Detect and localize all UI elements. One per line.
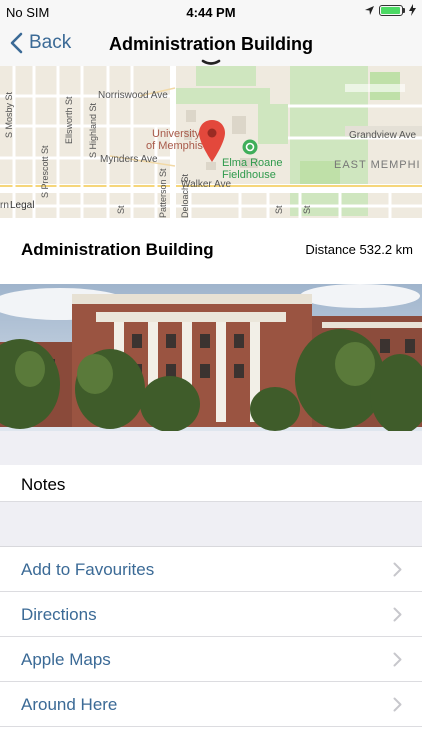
map-label: rn [0, 200, 9, 211]
map-label: Grandview Ave [349, 130, 417, 141]
chevron-right-icon [393, 652, 402, 667]
action-label: Add to Favourites [21, 560, 155, 579]
action-label: Apple Maps [21, 650, 111, 669]
status-indicators [364, 4, 416, 16]
building-photo [0, 284, 422, 431]
directions-button[interactable]: Directions [0, 592, 422, 637]
stadium-icon[interactable] [242, 139, 258, 155]
charging-bolt-icon [409, 4, 416, 16]
chevron-right-icon [393, 697, 402, 712]
chevron-right-icon [393, 607, 402, 622]
notes-label: Notes [21, 475, 66, 494]
notes-row[interactable]: Notes [0, 465, 422, 501]
map-label: Mynders Ave [100, 154, 158, 165]
map-label: EAST MEMPHI [334, 159, 421, 171]
map-legal-link[interactable]: Legal [10, 200, 34, 211]
map-label: University [152, 128, 201, 140]
map-label: S Mosby St [4, 91, 14, 138]
clock: 4:44 PM [186, 5, 236, 20]
section-separator [0, 501, 422, 546]
distance-label: Distance 532.2 km [305, 242, 413, 257]
action-list: Add to Favourites Directions Apple Maps … [0, 546, 422, 750]
map-label: S Prescott St [40, 145, 50, 198]
map-label: S Highland St [88, 102, 98, 158]
map-label: of Memphis [146, 140, 203, 152]
status-bar: No SIM 4:44 PM [0, 0, 422, 24]
battery-icon [379, 4, 403, 16]
map-label: Deloach St [180, 173, 190, 218]
map-label: St [302, 205, 312, 214]
place-title: Administration Building [21, 240, 214, 259]
map-label: Norriswood Ave [98, 90, 168, 101]
chevron-right-icon [393, 562, 402, 577]
map-label: Elma Roane [222, 157, 283, 169]
map-label: St [274, 205, 284, 214]
add-to-favourites-button[interactable]: Add to Favourites [0, 547, 422, 592]
map-label: St [116, 205, 126, 214]
navigation-bar: Back Administration Building [0, 24, 422, 66]
around-here-button[interactable]: Around Here [0, 682, 422, 727]
action-label: Directions [21, 605, 97, 624]
section-separator [0, 431, 422, 465]
map-view[interactable]: Norriswood Ave University of Memphis Myn… [0, 66, 422, 218]
map-label: Patterson St [158, 168, 168, 218]
map-pin-icon[interactable] [198, 119, 226, 163]
apple-maps-button[interactable]: Apple Maps [0, 637, 422, 682]
location-arrow-icon [365, 5, 374, 15]
map-label: Ellsworth St [64, 96, 74, 144]
place-info-row: Administration Building Distance 532.2 k… [0, 218, 422, 284]
page-title: Administration Building [109, 34, 313, 54]
action-label: Around Here [21, 695, 118, 714]
